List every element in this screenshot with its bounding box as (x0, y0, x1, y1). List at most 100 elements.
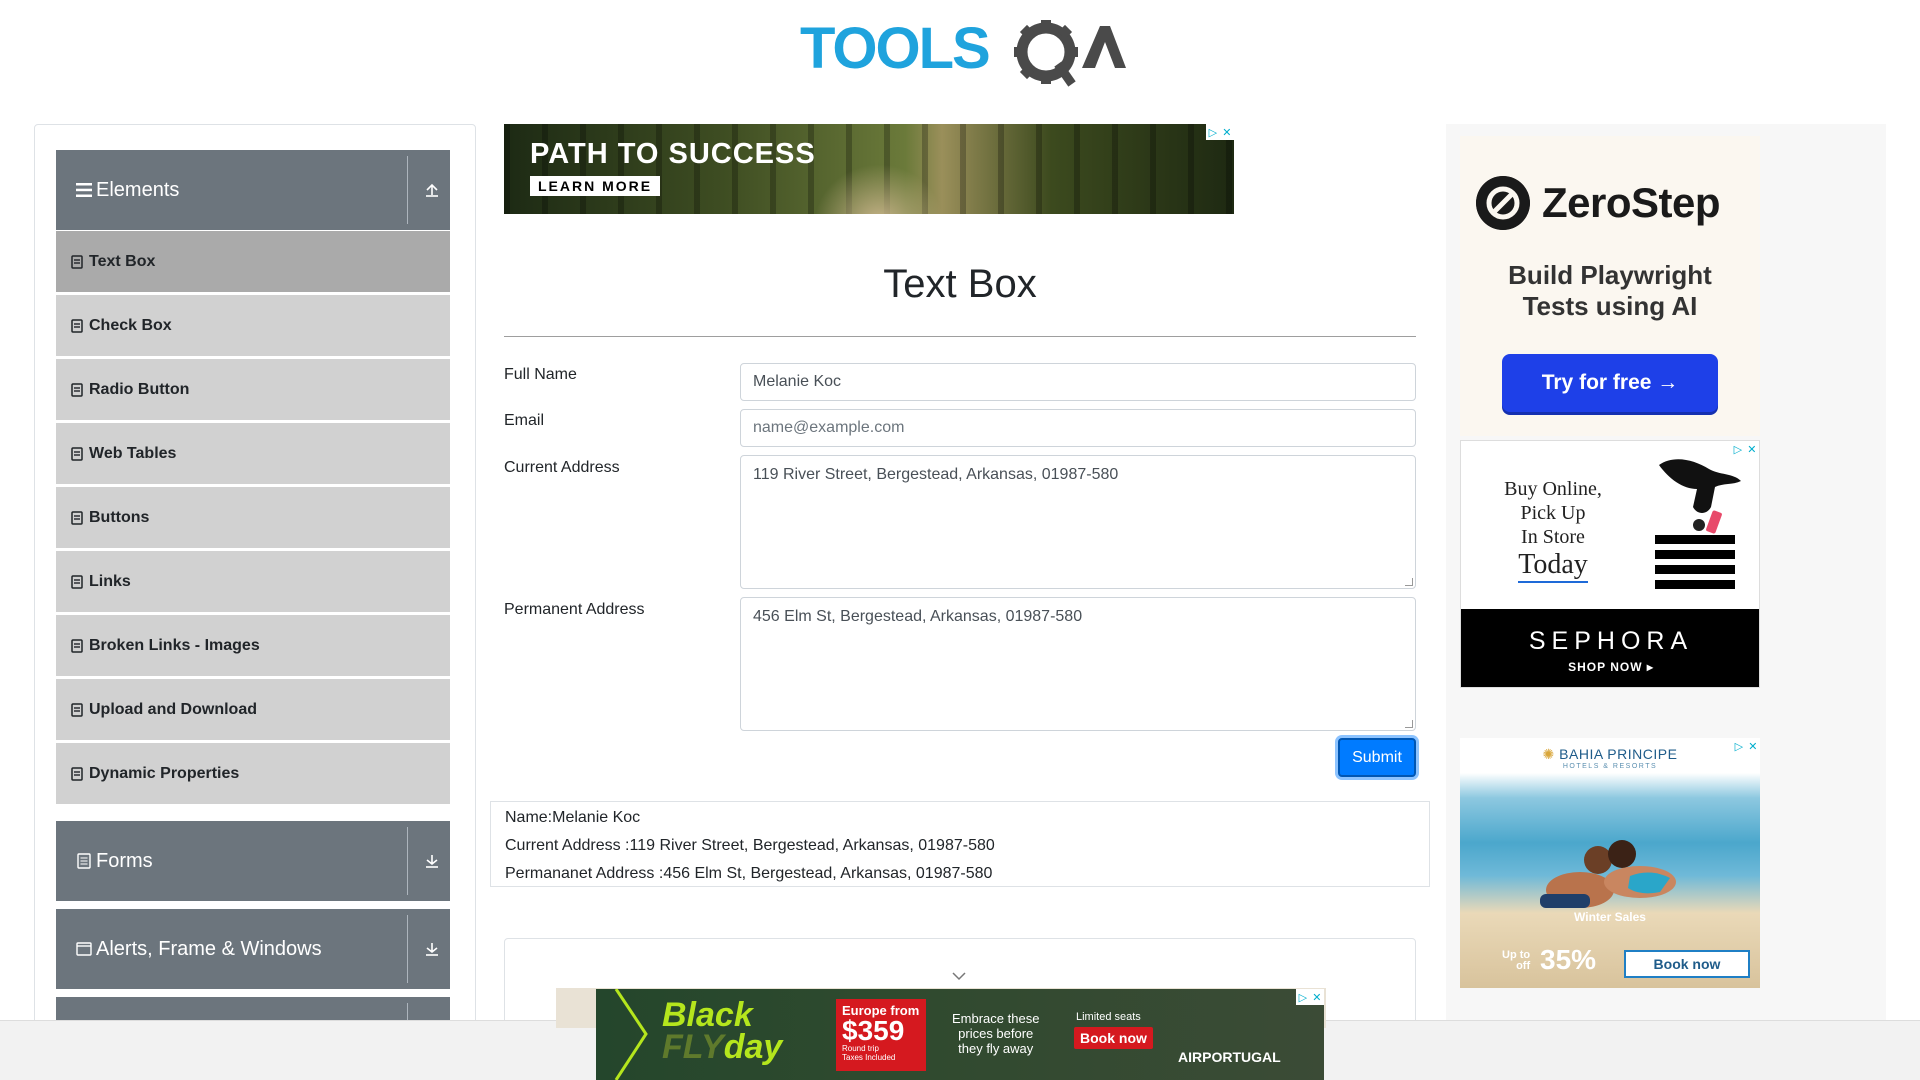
logo-tools-text: TOOLS (800, 16, 989, 81)
ad-info-icon[interactable]: ▷ (1735, 740, 1743, 753)
collapse-arrow-icon[interactable] (420, 178, 444, 202)
sephora-line-1: Buy Online, (1504, 478, 1602, 500)
adchoices-icon[interactable]: ▷ ✕ (1731, 441, 1759, 457)
sidebar-item-label: Dynamic Properties (89, 764, 240, 782)
sidebar-item-label: Links (89, 572, 131, 590)
window-icon (74, 939, 94, 959)
ad-learn-more-button[interactable]: LEARN MORE (530, 176, 661, 196)
ad-zerostep[interactable]: ZeroStep Build Playwright Tests using AI… (1460, 136, 1760, 436)
email-input[interactable]: name@example.com (740, 409, 1416, 447)
list-icon (71, 766, 83, 781)
bf-msg-1: Embrace these (952, 1011, 1040, 1026)
sidebar-item-label: Buttons (89, 508, 150, 526)
ad-close-icon[interactable]: ✕ (1747, 443, 1756, 456)
sidebar-item-web-tables[interactable]: Web Tables (56, 423, 450, 484)
bf-headline: Black FLYday (662, 998, 782, 1066)
permanent-address-value: 456 Elm St, Bergestead, Arkansas, 01987-… (753, 608, 1083, 625)
list-icon (71, 638, 83, 653)
document-icon (74, 851, 94, 871)
full-name-input[interactable]: Melanie Koc (740, 363, 1416, 401)
sephora-footer: SEPHORA SHOP NOW ▸ (1461, 609, 1759, 687)
sidebar-item-upload-download[interactable]: Upload and Download (56, 679, 450, 740)
group-header-forms[interactable]: Forms (56, 821, 450, 901)
sephora-line-2: Pick Up (1520, 502, 1586, 524)
group-title: Elements (96, 178, 180, 201)
bf-price-note-2: Taxes Included (842, 1053, 896, 1062)
list-icon (71, 318, 83, 333)
sidebar-item-buttons[interactable]: Buttons (56, 487, 450, 548)
sidebar-item-broken-links[interactable]: Broken Links - Images (56, 615, 450, 676)
sidebar-item-check-box[interactable]: Check Box (56, 295, 450, 356)
ad-close-icon[interactable]: ✕ (1222, 126, 1231, 139)
bf-price: $359 (842, 1015, 905, 1046)
adchoices-icon[interactable]: ▷ ✕ (1206, 124, 1234, 140)
resize-handle-icon[interactable] (1405, 720, 1413, 728)
adchoices-icon[interactable]: ▷ ✕ (1296, 989, 1324, 1005)
header: TOOLS (0, 0, 1920, 100)
current-address-textarea[interactable]: 119 River Street, Bergestead, Arkansas, … (740, 455, 1416, 589)
bf-airline: AIRPORTUGAL (1178, 1049, 1281, 1065)
ad-close-icon[interactable]: ✕ (1312, 991, 1321, 1004)
sidebar-item-label: Check Box (89, 316, 172, 334)
zerostep-tagline: Build Playwright Tests using AI (1460, 260, 1760, 322)
resize-handle-icon[interactable] (1405, 578, 1413, 586)
hand-icon (1659, 459, 1741, 534)
elements-menu-list: Text Box Check Box Radio Button Web Tabl… (56, 231, 450, 807)
ad-info-icon[interactable]: ▷ (1734, 443, 1742, 456)
group-header-elements[interactable]: Elements (56, 150, 450, 230)
sidebar-item-links[interactable]: Links (56, 551, 450, 612)
ad-info-icon[interactable]: ▷ (1209, 126, 1217, 139)
bahia-discount: 35% (1540, 944, 1597, 975)
bahia-brand: ✺ BAHIA PRINCIPE HOTELS & RESORTS (1460, 746, 1760, 770)
expand-arrow-icon[interactable] (420, 849, 444, 873)
sidebar-item-label: Broken Links - Images (89, 636, 260, 654)
output-current-address: Current Address :119 River Street, Berge… (505, 837, 995, 854)
left-sidebar: Elements Text Box Check Box Radio Button… (34, 124, 476, 1080)
sidebar-item-dynamic-properties[interactable]: Dynamic Properties (56, 743, 450, 804)
ad-sephora[interactable]: Buy Online, Pick Up In Store Today SEPHO… (1460, 440, 1760, 688)
sephora-shop-now[interactable]: SHOP NOW ▸ (1461, 660, 1759, 674)
ad-info-icon[interactable]: ▷ (1299, 991, 1307, 1004)
email-label: Email (504, 412, 545, 429)
sephora-headline: Buy Online, Pick Up In Store Today (1483, 477, 1623, 583)
current-address-label: Current Address (504, 459, 620, 476)
zerostep-tagline-2: Tests using AI (1522, 291, 1698, 321)
zerostep-brand: ZeroStep (1476, 176, 1721, 230)
chevron-shape-icon (614, 989, 648, 1080)
bf-msg-2: prices before (958, 1026, 1034, 1041)
bf-fly: FLY (662, 1028, 724, 1066)
sephora-line-4: Today (1518, 549, 1588, 583)
sidebar-item-radio-button[interactable]: Radio Button (56, 359, 450, 420)
permanent-address-textarea[interactable]: 456 Elm St, Bergestead, Arkansas, 01987-… (740, 597, 1416, 731)
bahia-book-button[interactable]: Book now (1624, 950, 1750, 978)
ad-banner-top[interactable]: PATH TO SUCCESS LEARN MORE ▷ ✕ (504, 124, 1234, 214)
ad-black-friday[interactable]: Black FLYday Europe from $359 Round trip… (596, 989, 1324, 1080)
bahia-brand-sub: HOTELS & RESORTS (1562, 763, 1658, 770)
group-header-alerts[interactable]: Alerts, Frame & Windows (56, 909, 450, 989)
sidebar-item-label: Web Tables (89, 444, 177, 462)
current-address-value: 119 River Street, Bergestead, Arkansas, … (753, 466, 1119, 483)
sidebar-item-text-box[interactable]: Text Box (56, 231, 450, 292)
zerostep-logo-icon (1476, 176, 1530, 230)
bf-book-button[interactable]: Book now (1074, 1027, 1153, 1049)
page-title: Text Box (883, 262, 1037, 306)
zerostep-name: ZeroStep (1542, 179, 1721, 226)
group-divider (407, 156, 408, 224)
bf-message: Embrace these prices before they fly awa… (952, 1011, 1039, 1056)
list-icon (71, 702, 83, 717)
submit-button[interactable]: Submit (1338, 738, 1416, 777)
chevron-down-icon[interactable] (951, 970, 967, 982)
group-title: Alerts, Frame & Windows (96, 937, 322, 960)
zerostep-try-button[interactable]: Try for free → (1502, 354, 1718, 412)
expand-arrow-icon[interactable] (420, 937, 444, 961)
hamburger-icon (74, 180, 94, 200)
toolsqa-logo[interactable]: TOOLS (800, 14, 1126, 90)
ad-title: PATH TO SUCCESS (530, 138, 816, 170)
output-name: Name:Melanie Koc (505, 809, 641, 826)
ad-close-icon[interactable]: ✕ (1748, 740, 1757, 753)
ad-bahia-principe[interactable]: ✺ BAHIA PRINCIPE HOTELS & RESORTS Winter… (1460, 738, 1760, 988)
zerostep-tagline-1: Build Playwright (1508, 260, 1712, 290)
bahia-upto-2: off (1516, 960, 1531, 972)
adchoices-icon[interactable]: ▷ ✕ (1732, 738, 1760, 754)
title-divider (504, 336, 1416, 337)
